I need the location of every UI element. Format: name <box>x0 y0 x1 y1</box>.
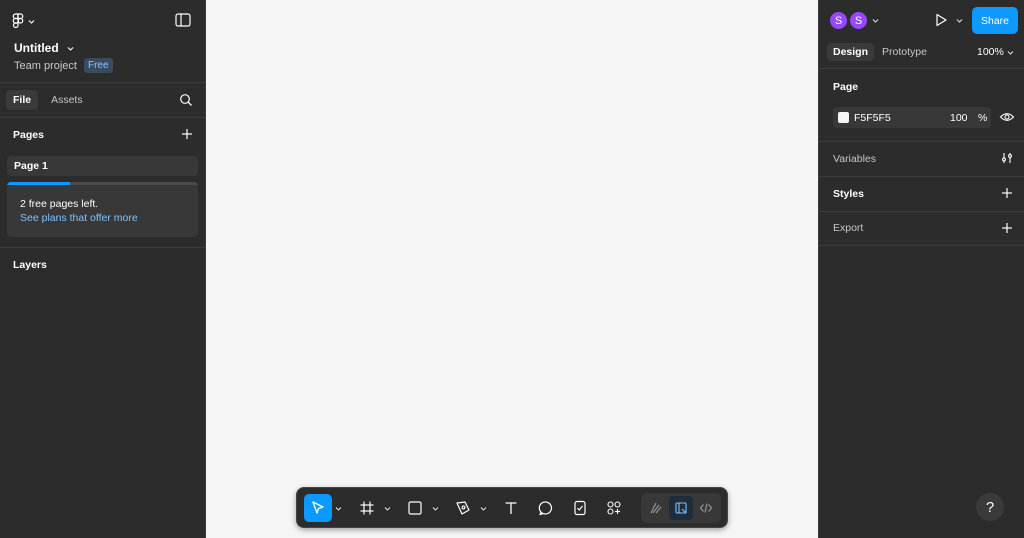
design-mode-button[interactable] <box>669 496 693 520</box>
share-button[interactable]: Share <box>972 7 1018 34</box>
draw-icon <box>650 502 662 514</box>
left-tabs: File Assets <box>6 90 90 110</box>
move-tool-button[interactable] <box>304 494 332 522</box>
fill-opacity-value[interactable]: 100 <box>950 112 968 124</box>
fill-hex-value[interactable]: F5F5F5 <box>854 112 891 124</box>
comment-icon <box>538 501 552 516</box>
see-plans-link[interactable]: See plans that offer more <box>20 212 138 224</box>
divider <box>819 211 1024 212</box>
avatar[interactable]: S <box>828 10 849 31</box>
file-project-info: Team project Free <box>14 58 113 73</box>
free-pages-message: 2 free pages left. <box>20 198 99 210</box>
tab-assets[interactable]: Assets <box>44 90 90 110</box>
code-icon <box>699 503 713 513</box>
search-icon[interactable] <box>179 93 193 107</box>
comment-tool-button[interactable] <box>532 494 560 522</box>
components-tool-button[interactable] <box>600 494 628 522</box>
rectangle-tool-button[interactable] <box>401 494 429 522</box>
present-play-icon[interactable] <box>933 12 949 28</box>
chevron-down-icon[interactable] <box>335 505 342 512</box>
file-title-button[interactable]: Untitled <box>14 41 74 55</box>
add-export-icon[interactable] <box>1001 222 1013 234</box>
file-title: Untitled <box>14 41 59 55</box>
chevron-down-icon[interactable] <box>432 505 439 512</box>
pen-icon <box>456 501 470 515</box>
avatar[interactable]: S <box>848 10 869 31</box>
tab-prototype[interactable]: Prototype <box>876 43 933 61</box>
chevron-down-icon[interactable] <box>480 505 487 512</box>
cursor-arrow-icon <box>312 501 324 514</box>
draw-mode-button[interactable] <box>644 496 668 520</box>
zoom-dropdown[interactable]: 100% <box>977 46 1014 58</box>
chevron-down-icon <box>1007 50 1014 55</box>
main-menu-button[interactable] <box>12 12 35 30</box>
chevron-down-icon <box>28 19 35 24</box>
divider <box>0 117 206 118</box>
fill-color-swatch[interactable] <box>838 112 849 123</box>
divider <box>0 82 206 83</box>
page-item-label: Page 1 <box>14 160 48 172</box>
page-section-title: Page <box>833 81 859 93</box>
variables-section-title: Variables <box>833 153 876 165</box>
components-icon <box>607 501 621 515</box>
chevron-down-icon[interactable] <box>384 505 391 512</box>
pen-tool-button[interactable] <box>449 494 477 522</box>
zoom-level: 100% <box>977 46 1004 58</box>
page-fill-field[interactable]: F5F5F5 100 % <box>833 107 991 128</box>
project-name[interactable]: Team project <box>14 60 77 72</box>
text-icon <box>505 502 517 514</box>
divider <box>0 247 206 248</box>
actions-icon <box>574 500 586 516</box>
styles-section-title: Styles <box>833 188 864 200</box>
add-page-icon[interactable] <box>181 128 193 140</box>
right-sidebar: S S Share Design Prototype 100% Page F5F… <box>818 0 1024 538</box>
divider <box>819 141 1024 142</box>
rectangle-icon <box>408 501 422 515</box>
export-section-title: Export <box>833 222 864 234</box>
design-icon <box>675 502 687 514</box>
page-item[interactable]: Page 1 <box>7 156 198 176</box>
frame-tool-button[interactable] <box>353 494 381 522</box>
chevron-down-icon[interactable] <box>872 17 879 24</box>
divider <box>819 68 1024 69</box>
pages-title: Pages <box>13 129 44 141</box>
dev-mode-button[interactable] <box>694 496 718 520</box>
adjust-variables-icon[interactable] <box>1001 152 1013 164</box>
chevron-down-icon <box>67 46 74 51</box>
canvas[interactable] <box>206 0 818 538</box>
left-sidebar: Untitled Team project Free File Assets P… <box>0 0 206 538</box>
free-pages-notice: 2 free pages left. See plans that offer … <box>7 182 198 237</box>
mode-switcher <box>641 493 721 523</box>
fill-opacity-unit: % <box>978 112 988 124</box>
chevron-down-icon[interactable] <box>956 17 963 24</box>
sidebar-toggle-icon[interactable] <box>175 13 191 27</box>
actions-tool-button[interactable] <box>566 494 594 522</box>
eye-icon[interactable] <box>999 110 1015 124</box>
text-tool-button[interactable] <box>497 494 525 522</box>
add-style-icon[interactable] <box>1001 187 1013 199</box>
tab-design[interactable]: Design <box>827 43 875 61</box>
plan-badge[interactable]: Free <box>83 58 113 73</box>
bottom-toolbar <box>296 487 728 528</box>
help-button[interactable]: ? <box>976 493 1004 521</box>
tab-file[interactable]: File <box>6 90 39 110</box>
figma-logo-icon <box>12 13 24 29</box>
pages-usage-bar <box>7 182 70 185</box>
divider <box>819 245 1024 246</box>
divider <box>819 176 1024 177</box>
frame-icon <box>360 501 374 515</box>
layers-title: Layers <box>13 259 47 271</box>
